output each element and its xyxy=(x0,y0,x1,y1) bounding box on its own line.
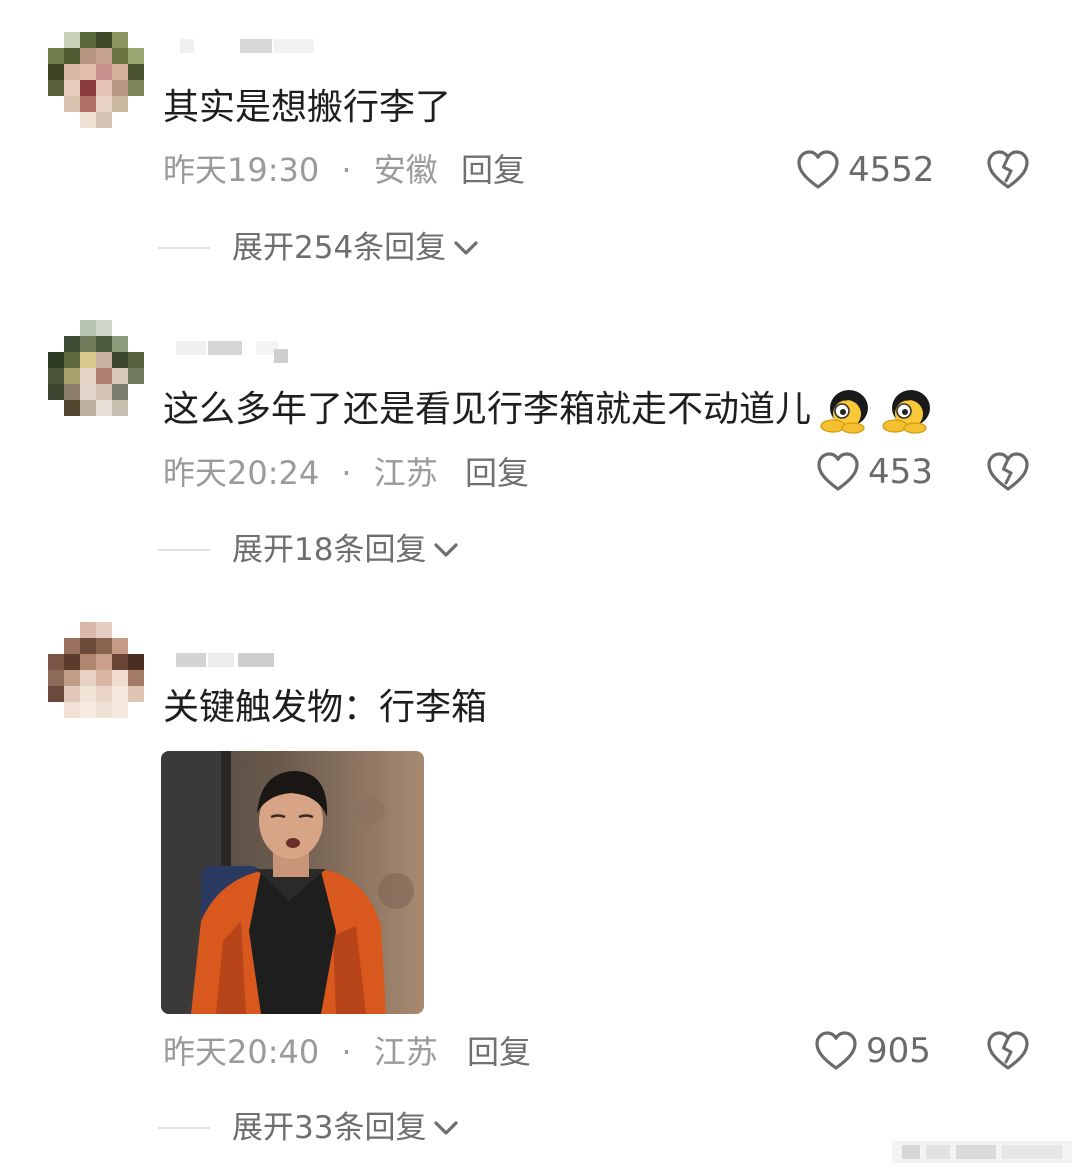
peeking-emoji-icon xyxy=(882,390,931,434)
meta-dot: · xyxy=(341,1033,352,1071)
like-count: 4552 xyxy=(848,150,935,190)
avatar[interactable] xyxy=(48,32,144,128)
username-blurred[interactable] xyxy=(164,650,314,670)
chevron-down-icon xyxy=(434,1121,459,1135)
comment-text: 这么多年了还是看见行李箱就走不动道儿 xyxy=(163,384,935,436)
peeking-emoji-icon xyxy=(820,390,869,434)
comment-meta: 昨天20:40 · 江苏 xyxy=(163,1032,438,1072)
comment-text: 其实是想搬行李了 xyxy=(163,87,452,128)
comment-location: 江苏 xyxy=(373,454,438,492)
username-blurred[interactable] xyxy=(164,338,314,363)
expand-replies-button[interactable]: 展开254条回复 xyxy=(158,228,480,268)
heart-icon xyxy=(817,452,859,491)
photo-illustration xyxy=(161,751,424,1014)
watermark-logo xyxy=(892,1141,1072,1163)
comment-location: 安徽 xyxy=(373,151,438,189)
divider-line xyxy=(158,247,210,249)
like-count: 453 xyxy=(868,452,933,492)
like-button[interactable]: 4552 xyxy=(796,148,935,192)
meta-dot: · xyxy=(341,151,352,189)
comment-time: 昨天19:30 xyxy=(163,151,320,189)
broken-heart-icon[interactable] xyxy=(986,1030,1030,1072)
like-button[interactable]: 453 xyxy=(816,450,933,494)
like-count: 905 xyxy=(866,1031,931,1071)
chevron-down-icon xyxy=(434,543,459,557)
heart-icon xyxy=(797,150,839,189)
reply-button[interactable]: 回复 xyxy=(465,453,529,493)
comment-image-man-with-backpack[interactable] xyxy=(161,751,424,1014)
comment-time: 昨天20:40 xyxy=(163,1033,320,1071)
heart-icon xyxy=(815,1031,857,1070)
avatar[interactable] xyxy=(48,320,144,416)
comment-time: 昨天20:24 xyxy=(163,454,320,492)
broken-heart-icon[interactable] xyxy=(986,451,1030,493)
comment-text: 关键触发物：行李箱 xyxy=(163,687,488,728)
divider-line xyxy=(158,1127,210,1129)
comment-location: 江苏 xyxy=(373,1033,438,1071)
divider-line xyxy=(158,549,210,551)
broken-heart-icon[interactable] xyxy=(986,149,1030,191)
comment-meta: 昨天20:24 · 江苏 xyxy=(163,453,438,493)
avatar[interactable] xyxy=(48,622,144,718)
meta-dot: · xyxy=(341,454,352,492)
reply-button[interactable]: 回复 xyxy=(461,150,525,190)
chevron-down-icon xyxy=(454,241,478,255)
expand-replies-button[interactable]: 展开18条回复 xyxy=(158,530,460,570)
comment-meta: 昨天19:30 · 安徽 xyxy=(163,150,438,190)
comment-list: 其实是想搬行李了 昨天19:30 · 安徽 回复 4552 展开254条回复 这… xyxy=(0,0,1080,1171)
expand-replies-button[interactable]: 展开33条回复 xyxy=(158,1108,460,1148)
like-button[interactable]: 905 xyxy=(814,1029,931,1073)
reply-button[interactable]: 回复 xyxy=(467,1032,531,1072)
username-blurred[interactable] xyxy=(164,36,314,56)
